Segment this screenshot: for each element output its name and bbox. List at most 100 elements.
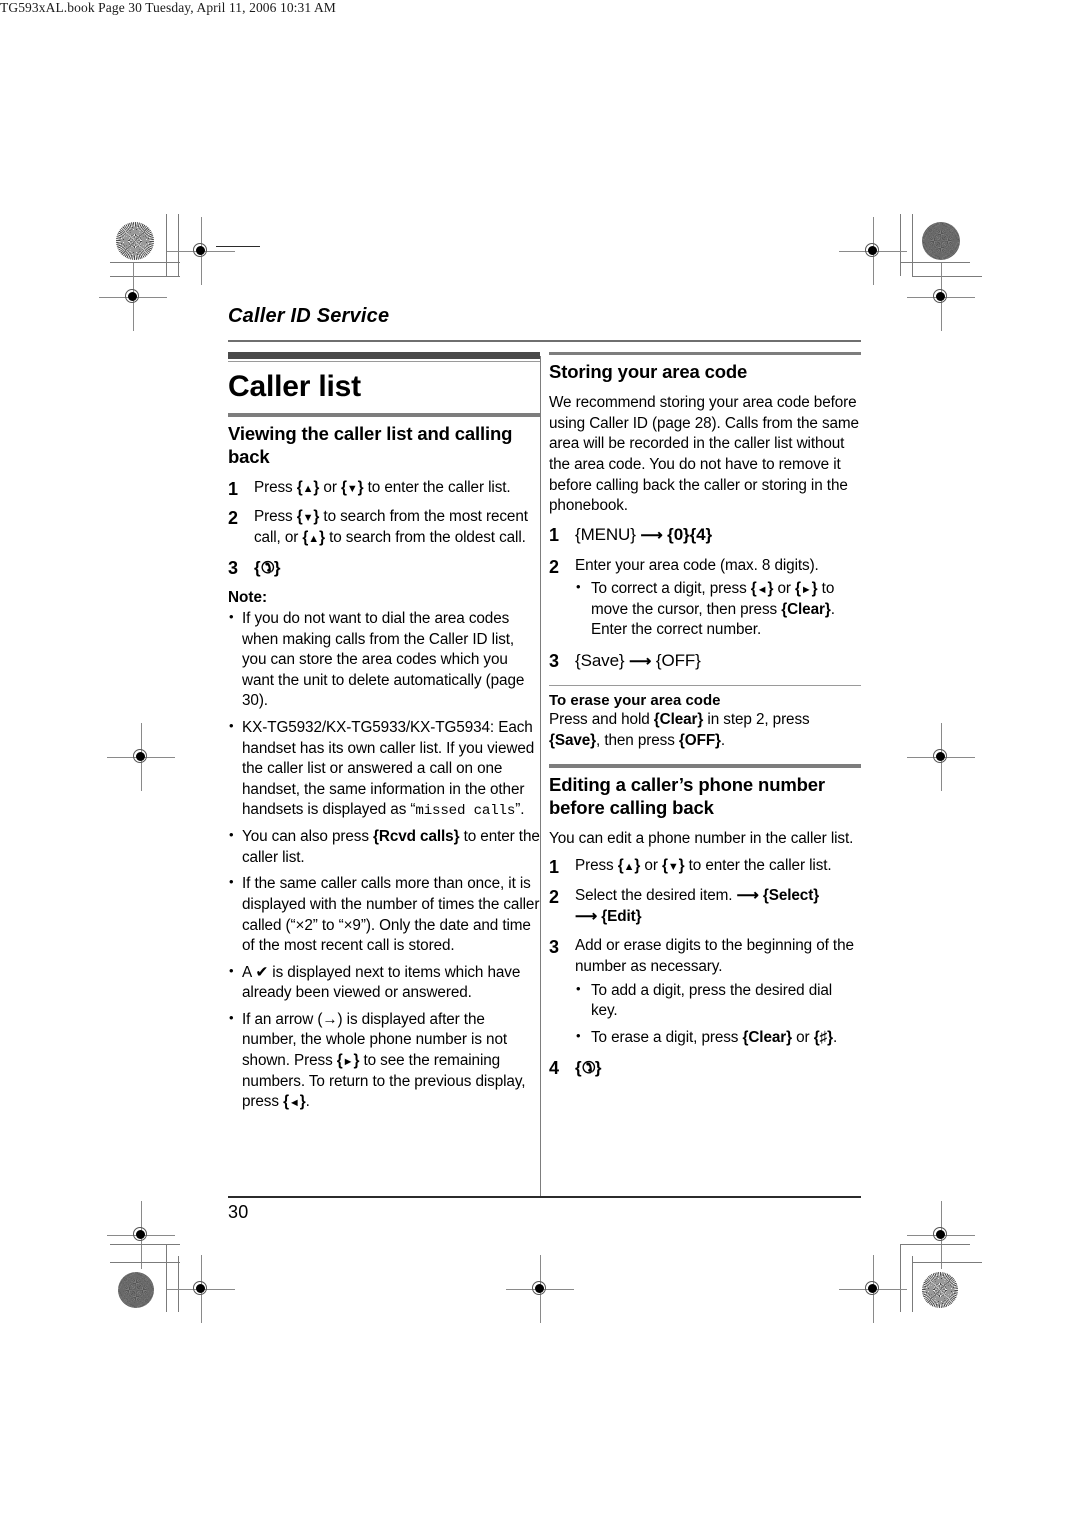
step-text: Select the desired item. ⟶ {Select} ⟶ {Ed…	[575, 886, 820, 925]
registration-target-middle-right	[907, 723, 975, 791]
list-item: KX-TG5932/KX-TG5933/KX-TG5934: Each hand…	[228, 717, 540, 821]
registration-target-lower-left	[107, 1201, 175, 1269]
chapter-rule-bottom	[228, 361, 540, 363]
step-text: Press {▼} to search from the most recent…	[254, 508, 528, 546]
storing-intro: We recommend storing your area code befo…	[549, 394, 859, 515]
subsection-rule-erase	[549, 684, 861, 687]
steps-viewing: 1 Press {▲} or {▼} to enter the caller li…	[228, 478, 540, 581]
step-item: 2 Select the desired item. ⟶ {Select} ⟶ {E…	[549, 886, 861, 928]
list-item: If you do not want to dial the area code…	[228, 608, 540, 712]
note-bullets: If you do not want to dial the area code…	[228, 608, 540, 1113]
list-item: To correct a digit, press {◄} or {►} to …	[575, 578, 861, 641]
trim-mark-top-right-h1	[900, 262, 970, 263]
trim-mark-bottom-right-h1	[900, 1244, 970, 1245]
editing-intro: You can edit a phone number in the calle…	[549, 829, 854, 847]
step-item: 2 Enter your area code (max. 8 digits). T…	[549, 556, 861, 641]
registration-dot-bottom-left	[118, 1272, 154, 1308]
registration-starburst-bottom-right	[922, 1272, 958, 1308]
list-item: To add a digit, press the desired dial k…	[575, 979, 861, 1022]
trim-mark-bottom-right-h2	[912, 1262, 982, 1263]
list-item: If an arrow (→) is displayed after the n…	[228, 1009, 540, 1113]
steps-storing: 1 {MENU} ⟶ {0}{4} 2 Enter your area code (…	[549, 524, 861, 673]
registration-target-upper-left	[99, 263, 167, 331]
step-number: 4	[549, 1058, 559, 1079]
list-item: You can also press {Rcvd calls} to enter…	[228, 826, 540, 868]
trim-mark-top-right-v1	[900, 214, 901, 276]
list-item: If the same caller calls more than once,…	[228, 873, 540, 956]
step-number: 3	[228, 558, 238, 579]
section-rule-editing	[549, 764, 861, 768]
page-number: 30	[228, 1202, 249, 1222]
step-number: 1	[549, 857, 559, 878]
trim-mark-top-left-v2	[178, 214, 179, 276]
step-key-menu: {MENU} ⟶ {0}{4}	[575, 524, 712, 544]
registration-target-middle-left	[107, 723, 175, 791]
step-text: Enter your area code (max. 8 digits).	[575, 556, 819, 574]
registration-target-top-right	[839, 217, 907, 285]
book-file-slug: TG593xAL.book Page 30 Tuesday, April 11,…	[0, 0, 336, 15]
step-item: 1 {MENU} ⟶ {0}{4}	[549, 524, 861, 547]
steps-editing: 1 Press {▲} or {▼} to enter the caller li…	[549, 856, 861, 1080]
step-number: 2	[228, 508, 238, 529]
step-text: Add or erase digits to the beginning of …	[575, 937, 854, 975]
trim-mark-bottom-left-v2	[178, 1256, 179, 1312]
erase-instructions: Press and hold {Clear} in step 2, press …	[549, 711, 810, 749]
step-number: 2	[549, 556, 559, 577]
step-item: 3 {Save} ⟶ {OFF}	[549, 650, 861, 673]
step-item: 3 Add or erase digits to the beginning of…	[549, 936, 861, 1048]
trim-mark-top-left-h1	[110, 262, 180, 263]
registration-target-bottom-right	[839, 1255, 907, 1323]
section-title-editing: Editing a caller’s phone number before c…	[549, 773, 825, 818]
step-text: Press {▲} or {▼} to enter the caller lis…	[254, 478, 511, 496]
step-number: 3	[549, 650, 559, 671]
trim-mark-bottom-right-v1	[900, 1244, 901, 1312]
arrow-right-icon: →	[322, 1010, 338, 1028]
chapter-title: Caller list	[228, 370, 361, 404]
running-head: Caller ID Service	[228, 305, 390, 327]
running-head-rule	[228, 340, 861, 342]
step3-bullets: To add a digit, press the desired dial k…	[575, 979, 861, 1049]
trim-mark-bottom-left-h1	[110, 1244, 180, 1245]
registration-target-bottom-left	[167, 1255, 235, 1323]
slug-rule	[216, 246, 260, 247]
subsection-title-erase: To erase your area code	[549, 692, 721, 710]
trim-mark-top-right-h2	[912, 276, 982, 277]
section-title-viewing: Viewing the caller list and calling back	[228, 422, 513, 467]
step-key-handset: {✆}	[575, 1058, 602, 1079]
step-item: 4 {✆}	[549, 1057, 861, 1080]
step-text: Press {▲} or {▼} to enter the caller lis…	[575, 857, 832, 875]
check-icon: ✔	[255, 963, 269, 981]
chapter-rule-top	[228, 352, 540, 359]
column-divider	[540, 356, 542, 1196]
trim-mark-top-left-v1	[166, 214, 167, 276]
step-key-handset: {✆}	[254, 558, 281, 579]
registration-target-top-left	[167, 217, 235, 285]
manual-page: TG593xAL.book Page 30 Tuesday, April 11,…	[0, 0, 1080, 1528]
section-rule-storing	[549, 352, 861, 356]
step-number: 3	[549, 937, 559, 958]
footer-rule	[228, 1196, 861, 1198]
trim-mark-bottom-left-v1	[166, 1244, 167, 1312]
registration-target-bottom-center	[506, 1255, 574, 1323]
left-column: Caller list Viewing the caller list and …	[228, 352, 540, 1119]
note-label: Note:	[228, 589, 268, 607]
step-item: 1 Press {▲} or {▼} to enter the caller li…	[549, 856, 861, 877]
registration-target-upper-right	[907, 263, 975, 331]
step-number: 1	[228, 478, 238, 499]
step-item: 3 {✆}	[228, 557, 540, 580]
list-item: To erase a digit, press {Clear} or {♯}.	[575, 1027, 861, 1049]
registration-dot-top-right	[922, 222, 960, 260]
registration-starburst-top-left	[116, 222, 154, 260]
step2-bullets: To correct a digit, press {◄} or {►} to …	[575, 578, 861, 641]
list-item: A ✔ is displayed next to items which hav…	[228, 962, 540, 1004]
step-item: 1 Press {▲} or {▼} to enter the caller li…	[228, 478, 540, 499]
step-number: 2	[549, 886, 559, 907]
trim-mark-bottom-right-v2	[912, 1256, 913, 1312]
step-item: 2 Press {▼} to search from the most recen…	[228, 507, 540, 548]
trim-mark-bottom-left-h2	[110, 1262, 180, 1263]
step-number: 1	[549, 524, 559, 545]
right-column: Storing your area code We recommend stor…	[549, 352, 861, 1089]
registration-target-lower-right	[907, 1201, 975, 1269]
section-title-storing: Storing your area code	[549, 361, 748, 383]
section-rule-viewing	[228, 413, 540, 417]
